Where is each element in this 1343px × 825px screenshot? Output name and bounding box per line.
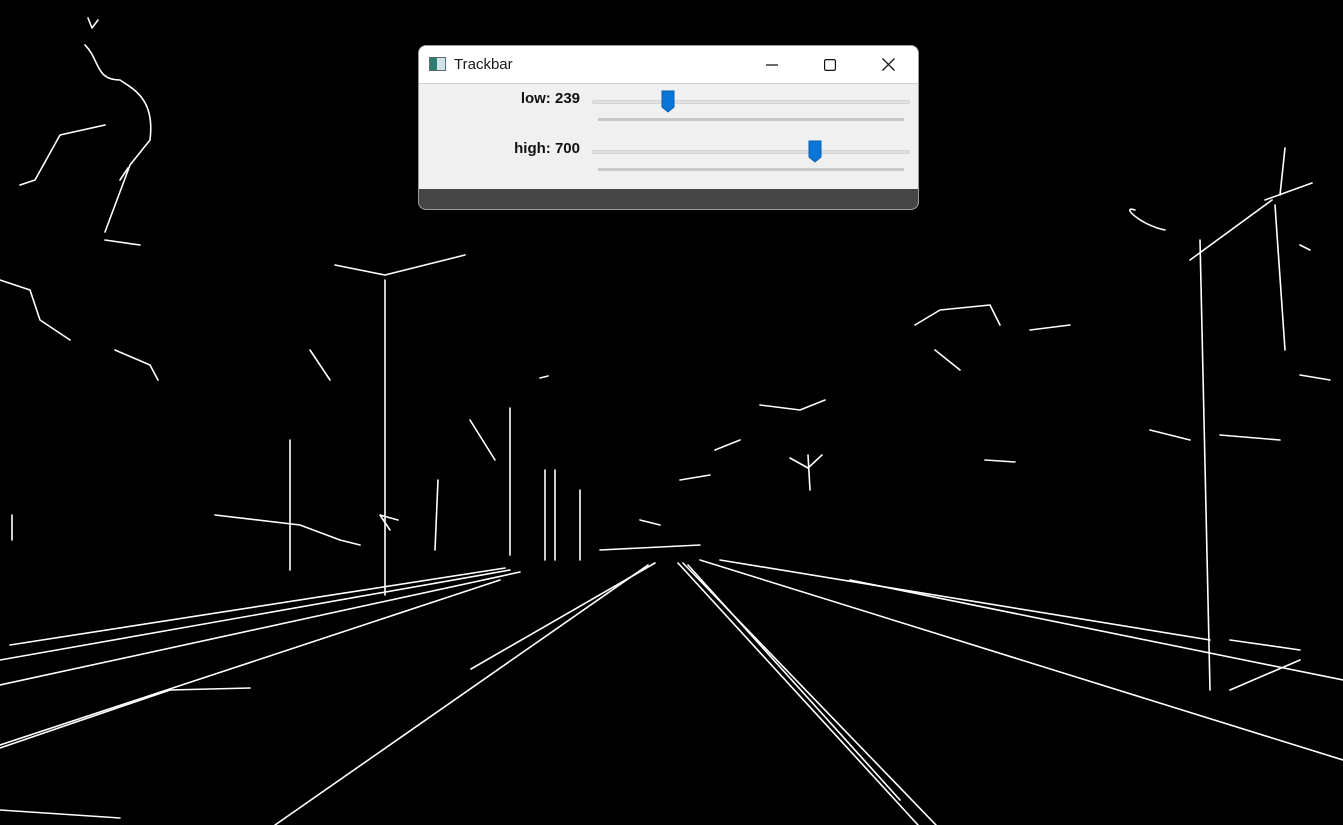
trackbar-window[interactable]: Trackbar low: 239 high: 700 [418, 45, 919, 210]
window-title: Trackbar [454, 56, 513, 73]
high-trackbar-ticks [598, 168, 904, 171]
low-trackbar-label: low: 239 [520, 90, 580, 107]
low-trackbar[interactable] [592, 90, 910, 124]
close-button[interactable] [859, 46, 917, 83]
low-trackbar-thumb[interactable] [661, 90, 675, 113]
minimize-button[interactable] [743, 46, 801, 83]
low-trackbar-ticks [598, 118, 904, 121]
maximize-icon [824, 58, 836, 71]
high-trackbar-groove[interactable] [592, 150, 910, 154]
high-trackbar-thumb[interactable] [808, 140, 822, 163]
app-image-icon [429, 57, 446, 71]
high-trackbar-label: high: 700 [514, 140, 580, 157]
minimize-icon [766, 63, 778, 66]
close-icon [881, 58, 895, 71]
title-bar[interactable]: Trackbar [419, 46, 918, 84]
status-bar [419, 189, 918, 209]
high-trackbar[interactable] [592, 140, 910, 174]
maximize-button[interactable] [801, 46, 859, 83]
low-trackbar-groove[interactable] [592, 100, 910, 104]
